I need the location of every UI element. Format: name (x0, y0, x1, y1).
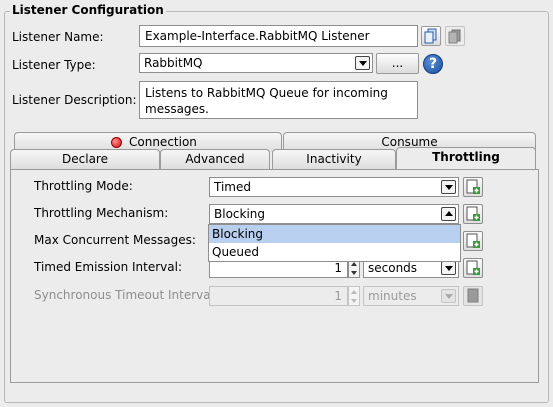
throttling-mechanism-dropdown[interactable]: Blocking Queued (208, 224, 461, 262)
add-document-icon (466, 260, 480, 275)
sync-timeout-spinner[interactable] (348, 286, 360, 306)
throttling-panel: Throttling Mode: Timed Throttling Mechan… (10, 169, 539, 383)
throttling-mechanism-select[interactable]: Blocking (209, 204, 459, 224)
timed-interval-label: Timed Emission Interval: (34, 260, 183, 274)
add-variable-button[interactable] (463, 204, 483, 224)
listener-description-field[interactable]: Listens to RabbitMQ Queue for incoming m… (139, 81, 418, 119)
listener-type-value: RabbitMQ (144, 56, 203, 70)
sync-timeout-label: Synchronous Timeout Interval: (34, 288, 218, 302)
group-title: Listener Configuration (10, 3, 166, 17)
listener-type-label: Listener Type: (12, 58, 96, 72)
copy-button[interactable] (421, 26, 441, 46)
tab-throttling[interactable]: Throttling (396, 147, 536, 169)
max-concurrent-label: Max Concurrent Messages: (34, 233, 196, 247)
add-variable-button[interactable] (463, 231, 483, 251)
add-document-icon (466, 179, 480, 194)
dropdown-option-queued[interactable]: Queued (209, 243, 460, 261)
listener-description-label: Listener Description: (12, 93, 137, 107)
chevron-down-icon (441, 289, 456, 303)
listener-name-label: Listener Name: (12, 30, 104, 44)
tab-inactivity[interactable]: Inactivity (272, 149, 396, 169)
add-document-icon (467, 288, 479, 303)
paste-icon (448, 29, 461, 44)
throttling-mode-value: Timed (214, 180, 251, 194)
chevron-up-icon (441, 207, 456, 221)
sync-timeout-unit: minutes (368, 289, 417, 303)
timed-interval-unit: seconds (368, 261, 418, 275)
sync-timeout-unit-select[interactable]: minutes (363, 286, 459, 306)
chevron-down-icon (441, 180, 456, 194)
copy-icon (424, 28, 437, 44)
listener-type-select[interactable]: RabbitMQ (139, 53, 373, 73)
dropdown-option-blocking[interactable]: Blocking (209, 225, 460, 243)
paste-button[interactable] (445, 26, 465, 46)
listener-name-field[interactable]: Example-Interface.RabbitMQ Listener (139, 25, 418, 47)
chevron-down-icon (441, 261, 456, 275)
tab-declare[interactable]: Declare (10, 149, 160, 169)
add-variable-button[interactable] (463, 286, 483, 306)
add-document-icon (466, 206, 480, 221)
throttling-mode-label: Throttling Mode: (34, 179, 133, 193)
chevron-down-icon (355, 56, 370, 70)
add-document-icon (466, 233, 480, 248)
add-variable-button[interactable] (463, 177, 483, 197)
connection-status-icon (111, 137, 122, 148)
tab-advanced[interactable]: Advanced (160, 149, 270, 169)
throttling-mechanism-label: Throttling Mechanism: (34, 206, 169, 220)
sync-timeout-input[interactable]: 1 (209, 286, 348, 306)
help-icon[interactable]: ? (423, 54, 443, 74)
throttling-mode-select[interactable]: Timed (209, 177, 459, 197)
throttling-mechanism-value: Blocking (214, 207, 266, 221)
add-variable-button[interactable] (463, 258, 483, 278)
browse-button[interactable]: ... (376, 53, 419, 74)
